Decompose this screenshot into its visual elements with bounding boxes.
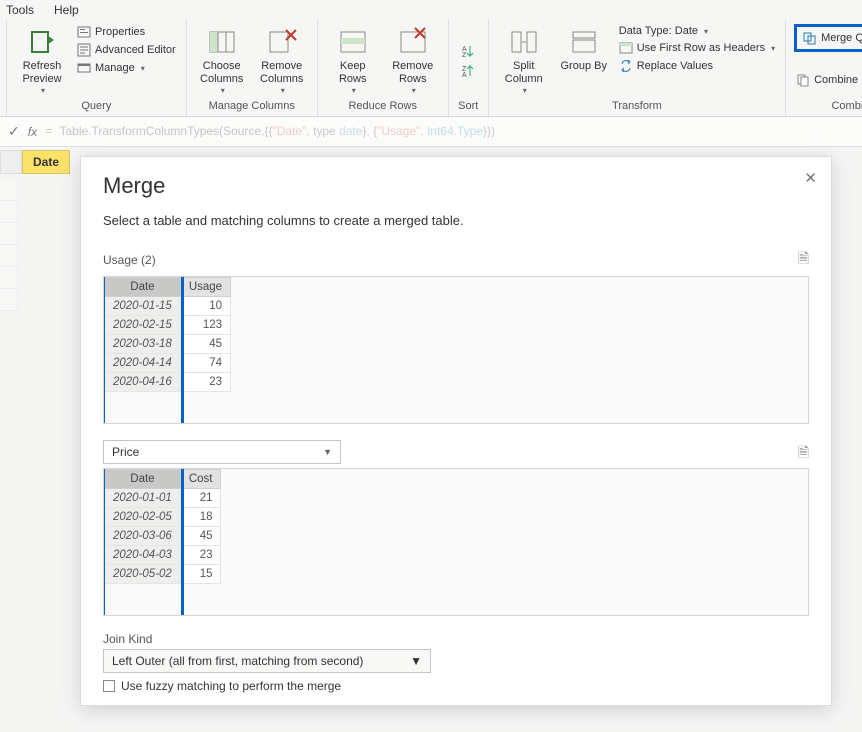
table2-grid: DateCost2020-01-01212020-02-05182020-03-… <box>104 469 221 584</box>
column-header-date[interactable]: Date <box>22 150 70 174</box>
properties-icon <box>77 25 91 39</box>
sort-desc-button[interactable]: ZA <box>459 63 477 79</box>
ribbon-group-manage-columns: Choose Columns Remove Columns Manage Col… <box>187 20 318 116</box>
table2-selector[interactable]: Price▼ <box>103 440 341 464</box>
sort-asc-icon: AZ <box>461 44 475 58</box>
ribbon: Refresh Preview Properties Advanced Edit… <box>0 20 862 117</box>
advanced-editor-icon <box>77 43 91 57</box>
column-header[interactable]: Usage <box>180 278 230 297</box>
menu-help[interactable]: Help <box>54 3 79 17</box>
choose-columns-button[interactable]: Choose Columns <box>195 24 249 98</box>
menu-bar: Tools Help <box>0 0 862 20</box>
table1-preview[interactable]: DateUsage2020-01-15102020-02-151232020-0… <box>103 276 809 424</box>
svg-text:A: A <box>462 72 467 78</box>
group-label-combine: Combine <box>794 98 862 114</box>
first-row-headers-button[interactable]: Use First Row as Headers <box>617 40 777 56</box>
remove-rows-button[interactable]: Remove Rows <box>386 24 440 98</box>
first-row-icon <box>619 41 633 55</box>
keep-rows-button[interactable]: Keep Rows <box>326 24 380 98</box>
table1-label: Usage (2) <box>103 253 156 267</box>
data-type-button[interactable]: Data Type: Date <box>617 24 777 38</box>
choose-columns-icon <box>206 26 238 58</box>
fuzzy-matching-label: Use fuzzy matching to perform the merge <box>121 679 341 693</box>
column-header[interactable]: Date <box>105 278 181 297</box>
fx-label: fx <box>28 125 37 139</box>
table2-options-icon[interactable]: 🗎 <box>798 442 809 466</box>
column-header[interactable]: Cost <box>180 470 221 489</box>
advanced-editor-button[interactable]: Advanced Editor <box>75 42 178 58</box>
manage-button[interactable]: Manage <box>75 60 178 76</box>
table-row[interactable]: 2020-03-0645 <box>105 527 221 546</box>
group-label-sort: Sort <box>457 98 480 114</box>
group-label-reduce-rows: Reduce Rows <box>326 98 440 114</box>
fuzzy-matching-checkbox[interactable] <box>103 680 115 692</box>
table-row[interactable]: 2020-01-0121 <box>105 489 221 508</box>
refresh-icon <box>26 26 58 58</box>
ribbon-group-query: Refresh Preview Properties Advanced Edit… <box>6 20 187 116</box>
merge-queries-icon <box>803 31 817 45</box>
table-row[interactable]: 2020-02-15123 <box>105 316 231 335</box>
table2-preview[interactable]: DateCost2020-01-01212020-02-05182020-03-… <box>103 468 809 616</box>
manage-icon <box>77 61 91 75</box>
group-label-transform: Transform <box>497 98 777 114</box>
table-row[interactable]: 2020-04-0323 <box>105 546 221 565</box>
split-column-button[interactable]: Split Column <box>497 24 551 98</box>
table-row[interactable]: 2020-05-0215 <box>105 565 221 584</box>
remove-columns-button[interactable]: Remove Columns <box>255 24 309 98</box>
join-kind-select[interactable]: Left Outer (all from first, matching fro… <box>103 649 431 673</box>
merge-dialog: ✕ Merge Select a table and matching colu… <box>80 156 832 706</box>
properties-button[interactable]: Properties <box>75 24 178 40</box>
svg-text:Z: Z <box>462 52 467 58</box>
ribbon-group-reduce-rows: Keep Rows Remove Rows Reduce Rows <box>318 20 449 116</box>
formula-bar: ✓ fx = Table.TransformColumnTypes(Source… <box>0 117 862 147</box>
table1-grid: DateUsage2020-01-15102020-02-151232020-0… <box>104 277 231 392</box>
group-label-manage-columns: Manage Columns <box>195 98 309 114</box>
table-row[interactable]: 2020-01-1510 <box>105 297 231 316</box>
formula-text[interactable]: = Table.TransformColumnTypes(Source,{{"D… <box>45 124 495 139</box>
dialog-description: Select a table and matching columns to c… <box>103 213 809 228</box>
remove-rows-icon <box>397 26 429 58</box>
ribbon-group-sort: AZ ZA Sort <box>449 20 489 116</box>
formula-commit-icon[interactable]: ✓ <box>8 123 20 140</box>
refresh-preview-button[interactable]: Refresh Preview <box>15 24 69 98</box>
split-column-icon <box>508 26 540 58</box>
column-header[interactable]: Date <box>105 470 181 489</box>
combine-files-icon <box>796 73 810 87</box>
keep-rows-icon <box>337 26 369 58</box>
remove-columns-icon <box>266 26 298 58</box>
group-by-button[interactable]: Group By <box>557 24 611 75</box>
replace-icon <box>619 59 633 73</box>
table-row[interactable]: 2020-04-1474 <box>105 354 231 373</box>
join-kind-label: Join Kind <box>103 632 809 646</box>
replace-values-button[interactable]: Replace Values <box>617 58 777 74</box>
combine-files-button[interactable]: Combine Files <box>794 72 862 88</box>
ribbon-group-transform: Split Column Group By Data Type: Date Us… <box>489 20 786 116</box>
merge-queries-button[interactable]: Merge Queries <box>794 24 862 52</box>
sort-desc-icon: ZA <box>461 64 475 78</box>
dialog-title: Merge <box>103 173 809 199</box>
table-row[interactable]: 2020-03-1845 <box>105 335 231 354</box>
row-number-header[interactable] <box>0 150 22 174</box>
group-label-query: Query <box>15 98 178 114</box>
table-row[interactable]: 2020-04-1623 <box>105 373 231 392</box>
table-row[interactable]: 2020-02-0518 <box>105 508 221 527</box>
sort-asc-button[interactable]: AZ <box>459 43 477 59</box>
ribbon-group-combine: Merge Queries Append Queries Combine Fil… <box>786 20 862 116</box>
menu-tools[interactable]: Tools <box>6 3 34 17</box>
group-by-icon <box>568 26 600 58</box>
table1-options-icon[interactable]: 🗎 <box>798 248 809 272</box>
close-icon[interactable]: ✕ <box>804 169 817 187</box>
